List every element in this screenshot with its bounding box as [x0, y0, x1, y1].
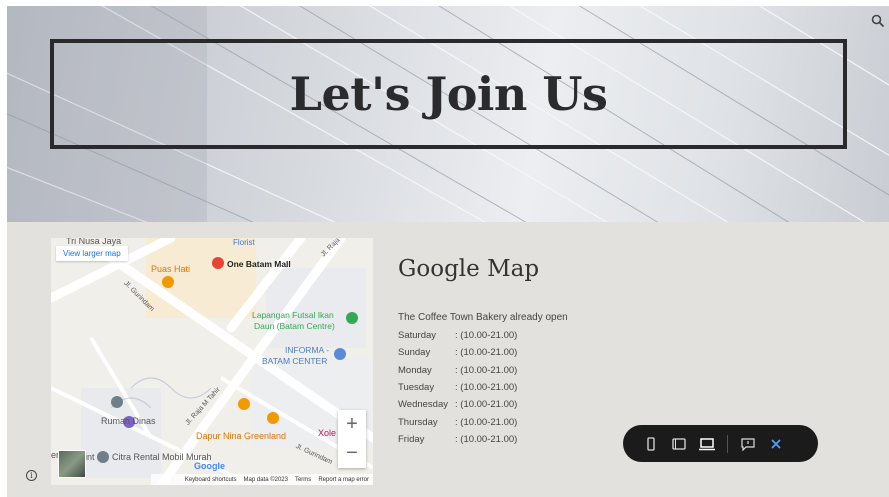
zoom-out-button[interactable]: − — [338, 439, 366, 468]
hours-time: : (10.00-21.00) — [455, 347, 518, 359]
google-map-embed[interactable]: View larger map Tri Nusa Jaya Florist Jl… — [51, 238, 373, 485]
info-icon[interactable]: i — [26, 470, 37, 481]
view-larger-map-link[interactable]: View larger map — [56, 246, 128, 261]
phone-icon — [647, 436, 655, 451]
hours-row: Wednesday : (10.00-21.00) — [398, 396, 517, 413]
close-icon — [771, 438, 781, 449]
map-label-xole: Xole — [318, 428, 337, 438]
tablet-view-button[interactable] — [665, 430, 693, 458]
page-title: Let's Join Us — [289, 67, 608, 121]
hours-row: Sunday : (10.00-21.00) — [398, 344, 517, 361]
feedback-icon — [741, 437, 755, 451]
hours-time: : (10.00-21.00) — [455, 364, 518, 376]
hours-row: Thursday : (10.00-21.00) — [398, 413, 517, 430]
zoom-in-button[interactable]: + — [338, 410, 366, 439]
hours-time: : (10.00-21.00) — [455, 433, 518, 445]
map-label-lapangan-2: Daun (Batam Centre) — [254, 321, 335, 331]
tablet-icon — [672, 437, 686, 450]
map-label-puas-hati: Puas Hati — [151, 264, 191, 274]
map-label-nusa-jaya: Tri Nusa Jaya — [66, 238, 122, 246]
map-label-dapur-nina: Dapur Nina Greenland — [196, 431, 287, 441]
satellite-toggle[interactable] — [58, 450, 86, 478]
laptop-icon — [699, 437, 715, 450]
hours-day: Sunday — [398, 347, 431, 359]
toolbar-divider — [727, 434, 728, 453]
map-label-int: int — [85, 452, 95, 462]
laptop-view-button[interactable] — [693, 430, 721, 458]
hours-day: Monday — [398, 364, 432, 376]
opening-hours: Saturday : (10.00-21.00) Sunday : (10.00-2… — [398, 327, 517, 448]
terms-link[interactable]: Terms — [295, 477, 311, 483]
hours-time: : (10.00-21.00) — [455, 399, 518, 411]
phone-view-button[interactable] — [637, 430, 665, 458]
map-label-florist: Florist — [233, 238, 255, 247]
hours-day: Tuesday — [398, 382, 435, 394]
section-heading: Google Map — [398, 256, 540, 282]
hours-time: : (10.00-21.00) — [455, 416, 518, 428]
hours-time: : (10.00-21.00) — [455, 330, 518, 342]
map-label-informa-2: BATAM CENTER — [262, 356, 328, 366]
hours-day: Saturday — [398, 330, 437, 342]
map-data-text: Map data ©2023 — [243, 476, 288, 483]
report-map-error-link[interactable]: Report a map error — [318, 477, 369, 483]
google-logo: Google — [194, 461, 225, 471]
hours-row: Saturday : (10.00-21.00) — [398, 327, 517, 344]
opening-intro: The Coffee Town Bakery already open — [398, 312, 568, 323]
map-label-one-batam-mall: One Batam Mall — [227, 259, 291, 269]
hours-day: Friday — [398, 433, 425, 445]
hours-row: Friday : (10.00-21.00) — [398, 431, 517, 448]
map-label-rumah-dinas: Rumah Dinas — [101, 416, 156, 426]
hours-row: Tuesday : (10.00-21.00) — [398, 379, 517, 396]
hero-banner: Let's Join Us — [7, 6, 889, 222]
hours-time: : (10.00-21.00) — [455, 382, 518, 394]
hours-row: Monday : (10.00-21.00) — [398, 362, 517, 379]
map-zoom-control: + − — [338, 410, 366, 468]
hours-day: Wednesday — [398, 399, 448, 411]
map-footer: Keyboard shortcuts Map data ©2023 Terms … — [151, 474, 373, 485]
hours-day: Thursday — [398, 416, 438, 428]
close-preview-button[interactable] — [762, 430, 790, 458]
hero-title-frame: Let's Join Us — [50, 39, 847, 149]
search-icon[interactable] — [871, 14, 885, 28]
map-label-lapangan-1: Lapangan Futsal Ikan — [252, 310, 334, 320]
feedback-button[interactable] — [734, 430, 762, 458]
keyboard-shortcuts-link[interactable]: Keyboard shortcuts — [185, 477, 237, 483]
preview-toolbar — [623, 425, 818, 462]
map-label-informa-1: INFORMA - — [285, 345, 329, 355]
